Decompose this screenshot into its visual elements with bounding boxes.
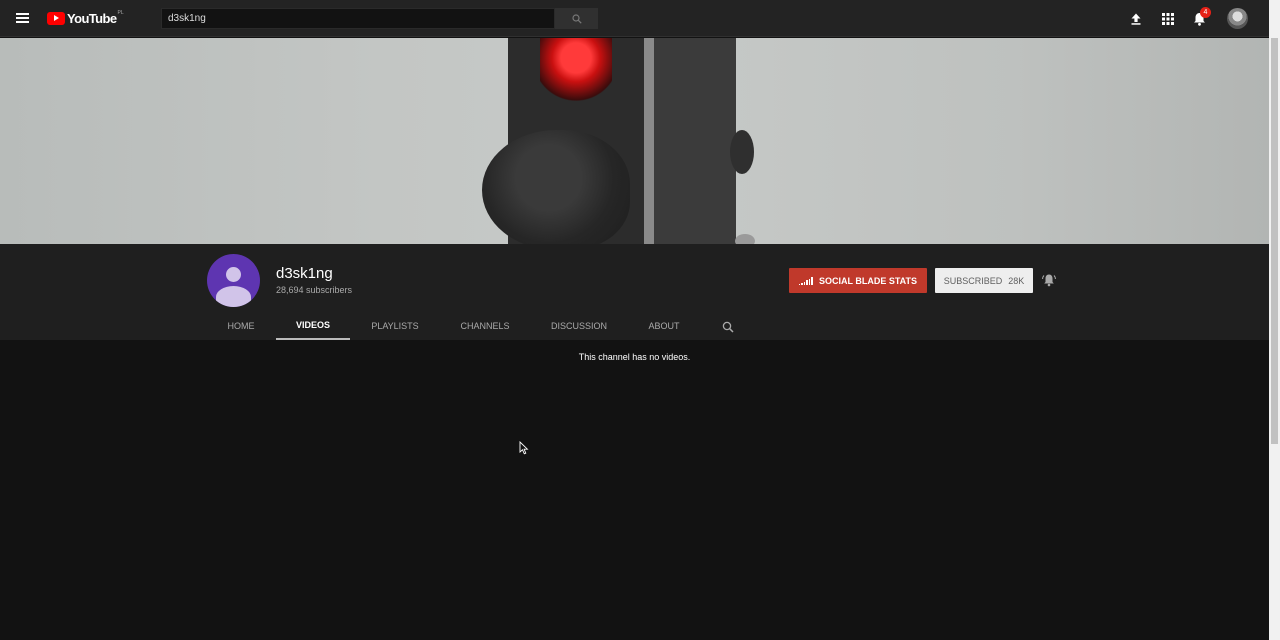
tab-playlists[interactable]: PLAYLISTS bbox=[359, 312, 431, 340]
tab-channels[interactable]: CHANNELS bbox=[451, 312, 519, 340]
subscriber-count: 28,694 subscribers bbox=[276, 285, 353, 295]
empty-state-message: This channel has no videos. bbox=[578, 352, 691, 362]
traffic-light-bottom bbox=[735, 234, 755, 244]
logo-region: PL bbox=[117, 10, 124, 16]
social-blade-stats-button[interactable]: SOCIAL BLADE STATS bbox=[789, 268, 927, 293]
avatar-body-shape bbox=[216, 286, 251, 307]
apps-grid-icon bbox=[1161, 12, 1174, 25]
traffic-light-pole bbox=[654, 38, 736, 244]
channel-header: d3sk1ng 28,694 subscribers SOCIAL BLADE … bbox=[0, 244, 1269, 340]
youtube-logo[interactable]: YouTube PL bbox=[47, 10, 124, 27]
bell-ringing-icon bbox=[1042, 274, 1056, 287]
social-blade-stats-label: SOCIAL BLADE STATS bbox=[818, 275, 917, 286]
search-icon bbox=[571, 13, 582, 24]
traffic-light-knob bbox=[730, 130, 754, 174]
avatar-head-shape bbox=[226, 267, 241, 282]
traffic-light-red-lamp bbox=[540, 38, 612, 106]
subscribed-button[interactable]: SUBSCRIBED 28K bbox=[935, 268, 1033, 293]
search-icon bbox=[722, 321, 734, 333]
channel-search-button[interactable] bbox=[722, 320, 734, 333]
notification-count-badge: 4 bbox=[1200, 7, 1211, 18]
logo-text: YouTube bbox=[67, 11, 117, 26]
youtube-play-icon bbox=[47, 12, 65, 25]
youtube-channel-page: YouTube PL d3sk1ng 4 d3sk1ng 28,694 subs… bbox=[0, 0, 1280, 640]
search-input[interactable] bbox=[161, 8, 555, 29]
channel-banner bbox=[0, 38, 1269, 244]
tab-discussion[interactable]: DISCUSSION bbox=[543, 312, 615, 340]
tab-about[interactable]: ABOUT bbox=[637, 312, 691, 340]
signal-bars-icon bbox=[798, 276, 813, 285]
notifications-button[interactable]: 4 bbox=[1191, 7, 1211, 27]
subscribed-label: SUBSCRIBED bbox=[943, 275, 1003, 286]
notification-settings-button[interactable] bbox=[1041, 272, 1057, 288]
mouse-cursor-icon bbox=[519, 441, 529, 455]
subscribed-count: 28K bbox=[1008, 275, 1025, 286]
upload-icon bbox=[1131, 13, 1140, 25]
apps-button[interactable] bbox=[1159, 10, 1176, 27]
upload-button[interactable] bbox=[1127, 10, 1144, 27]
page-scrollbar[interactable] bbox=[1269, 0, 1280, 640]
masthead: YouTube PL d3sk1ng 4 bbox=[0, 0, 1269, 37]
tab-videos[interactable]: VIDEOS bbox=[276, 312, 350, 340]
scrollbar-thumb[interactable] bbox=[1271, 38, 1278, 444]
channel-name: d3sk1ng bbox=[276, 265, 333, 282]
menu-icon[interactable] bbox=[16, 12, 32, 25]
account-avatar[interactable] bbox=[1227, 8, 1248, 29]
videos-content: This channel has no videos. bbox=[0, 340, 1269, 640]
traffic-light-stripe bbox=[644, 38, 654, 244]
channel-avatar[interactable] bbox=[207, 254, 260, 307]
traffic-light-hood bbox=[482, 130, 630, 244]
tab-home[interactable]: HOME bbox=[207, 312, 275, 340]
search-button[interactable] bbox=[555, 8, 598, 29]
